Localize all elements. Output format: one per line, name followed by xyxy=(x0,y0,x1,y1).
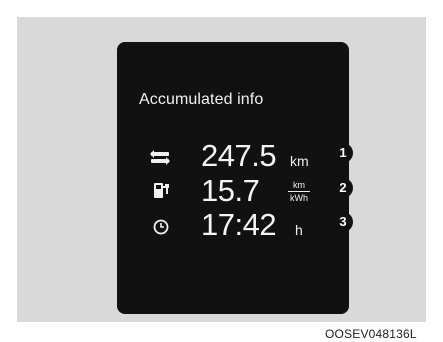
figure: Accumulated info 247.5 km 15.7 km kWh 17… xyxy=(0,0,443,342)
callout-3: 3 xyxy=(333,212,353,232)
distance-value: 247.5 xyxy=(201,138,277,173)
driving-time-value: 17:42 xyxy=(201,207,277,242)
distance-road-icon xyxy=(150,150,170,165)
callout-1: 1 xyxy=(333,143,353,163)
energy-consumption-value: 15.7 xyxy=(201,173,260,208)
clock-icon xyxy=(153,219,169,235)
unit-numerator: km xyxy=(288,180,310,192)
driving-time-row: 17:42 h xyxy=(117,208,349,242)
distance-unit: km xyxy=(290,153,309,169)
driving-time-unit: h xyxy=(295,222,303,238)
panel-title: Accumulated info xyxy=(139,91,264,108)
energy-charger-icon xyxy=(154,183,169,198)
distance-row: 247.5 km xyxy=(117,139,349,173)
unit-denominator: kWh xyxy=(290,193,308,203)
accumulated-info-display: Accumulated info 247.5 km 15.7 km kWh 17… xyxy=(117,42,349,314)
callout-2: 2 xyxy=(333,178,353,198)
energy-consumption-unit: km kWh xyxy=(288,180,310,203)
energy-consumption-row: 15.7 km kWh xyxy=(117,174,349,208)
reference-code: OOSEV048136L xyxy=(325,327,417,341)
